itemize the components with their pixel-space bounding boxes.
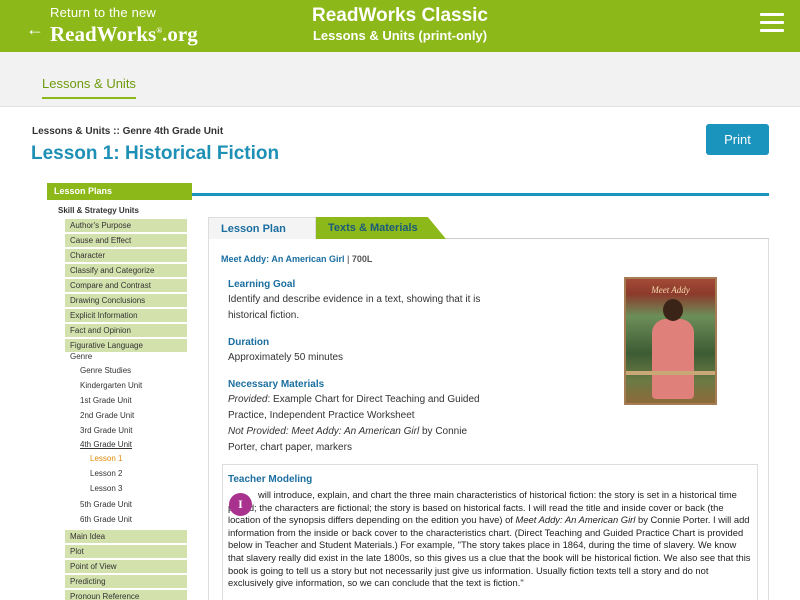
sidebar-subitem[interactable]: 5th Grade Unit bbox=[80, 500, 132, 509]
sidebar-lesson[interactable]: Lesson 3 bbox=[90, 484, 122, 493]
lexile-level: 700L bbox=[351, 254, 373, 264]
teacher-modeling-heading: Teacher Modeling bbox=[228, 474, 313, 485]
teacher-modeling-text: will introduce, explain, and chart the t… bbox=[228, 489, 751, 589]
sidebar-subitem-4th-grade[interactable]: 4th Grade Unit bbox=[80, 440, 132, 449]
text-title: Meet Addy: An American Girl | 700L bbox=[221, 254, 373, 264]
sidebar-subitem[interactable]: 6th Grade Unit bbox=[80, 515, 132, 524]
sidebar-list-top: Author's Purpose Cause and Effect Charac… bbox=[65, 219, 187, 354]
sidebar-item[interactable]: Figurative Language bbox=[65, 339, 187, 352]
sidebar-item[interactable]: Main Idea bbox=[65, 530, 187, 543]
materials-provided: Provided: Example Chart for Direct Teach… bbox=[228, 394, 480, 421]
sidebar-subitem[interactable]: 3rd Grade Unit bbox=[80, 426, 132, 435]
sidebar-heading-lesson-plans[interactable]: Lesson Plans bbox=[47, 183, 192, 200]
readworks-logo-text: ReadWorks®.org bbox=[50, 22, 198, 46]
book-cover-image: Meet Addy bbox=[624, 277, 717, 405]
sidebar-subitem[interactable]: Genre Studies bbox=[80, 366, 131, 375]
sidebar-list-bottom: Main Idea Plot Point of View Predicting … bbox=[65, 530, 187, 600]
sidebar-group-skill-strategy[interactable]: Skill & Strategy Units bbox=[58, 206, 139, 215]
brand-subtitle: Lessons & Units (print-only) bbox=[312, 28, 488, 43]
sidebar-item[interactable]: Pronoun Reference bbox=[65, 590, 187, 600]
breadcrumb: Lessons & Units :: Genre 4th Grade Unit bbox=[32, 126, 224, 137]
tab-lessons-units[interactable]: Lessons & Units bbox=[42, 76, 136, 99]
sidebar-item[interactable]: Point of View bbox=[65, 560, 187, 573]
book-cover-title: Meet Addy bbox=[651, 285, 690, 295]
sidebar-item[interactable]: Plot bbox=[65, 545, 187, 558]
return-link-text: Return to the new ReadWorks®.org bbox=[50, 5, 198, 46]
sidebar-item[interactable]: Predicting bbox=[65, 575, 187, 588]
tab-lesson-plan[interactable]: Lesson Plan bbox=[208, 217, 316, 239]
brand-heading: ReadWorks Classic Lessons & Units (print… bbox=[280, 5, 520, 45]
drop-cap-badge: I bbox=[229, 493, 252, 516]
learning-goal-heading: Learning Goal bbox=[228, 279, 296, 290]
sidebar-item[interactable]: Compare and Contrast bbox=[65, 279, 187, 292]
sidebar-subitem[interactable]: 2nd Grade Unit bbox=[80, 411, 134, 420]
sidebar-item[interactable]: Drawing Conclusions bbox=[65, 294, 187, 307]
sidebar-item[interactable]: Explicit Information bbox=[65, 309, 187, 322]
tab-texts-materials[interactable]: Texts & Materials bbox=[316, 217, 446, 239]
top-bar: ← Return to the new ReadWorks®.org ReadW… bbox=[0, 0, 800, 52]
learning-goal-text: Identify and describe evidence in a text… bbox=[228, 294, 481, 321]
materials-heading: Necessary Materials bbox=[228, 379, 325, 390]
print-button[interactable]: Print bbox=[706, 124, 769, 155]
sidebar-item[interactable]: Character bbox=[65, 249, 187, 262]
secondary-nav: Lessons & Units bbox=[0, 52, 800, 107]
arrow-left-icon: ← bbox=[26, 19, 44, 39]
hamburger-menu-icon[interactable] bbox=[760, 13, 784, 33]
content-tabs: Lesson Plan Texts & Materials bbox=[208, 217, 769, 239]
sidebar-subitem[interactable]: Kindergarten Unit bbox=[80, 381, 142, 390]
sidebar-item[interactable]: Cause and Effect bbox=[65, 234, 187, 247]
sidebar-item[interactable]: Classify and Categorize bbox=[65, 264, 187, 277]
return-to-new-readworks-link[interactable]: ← Return to the new ReadWorks®.org bbox=[26, 5, 198, 46]
sidebar-lesson-1-active[interactable]: Lesson 1 bbox=[90, 454, 122, 463]
duration-heading: Duration bbox=[228, 337, 270, 348]
sidebar-item[interactable]: Author's Purpose bbox=[65, 219, 187, 232]
duration-text: Approximately 50 minutes bbox=[228, 352, 344, 363]
sidebar-lesson[interactable]: Lesson 2 bbox=[90, 469, 122, 478]
brand-title: ReadWorks Classic bbox=[311, 5, 488, 26]
sidebar-subitem[interactable]: 1st Grade Unit bbox=[80, 396, 132, 405]
page-title: Lesson 1: Historical Fiction bbox=[31, 143, 280, 164]
sidebar-item[interactable]: Fact and Opinion bbox=[65, 324, 187, 337]
text-title-link[interactable]: Meet Addy: An American Girl bbox=[221, 254, 345, 264]
return-line1: Return to the new bbox=[50, 5, 157, 20]
sidebar-item-genre[interactable]: Genre bbox=[70, 352, 92, 361]
materials-not-provided: Not Provided: Meet Addy: An American Gir… bbox=[228, 426, 468, 453]
